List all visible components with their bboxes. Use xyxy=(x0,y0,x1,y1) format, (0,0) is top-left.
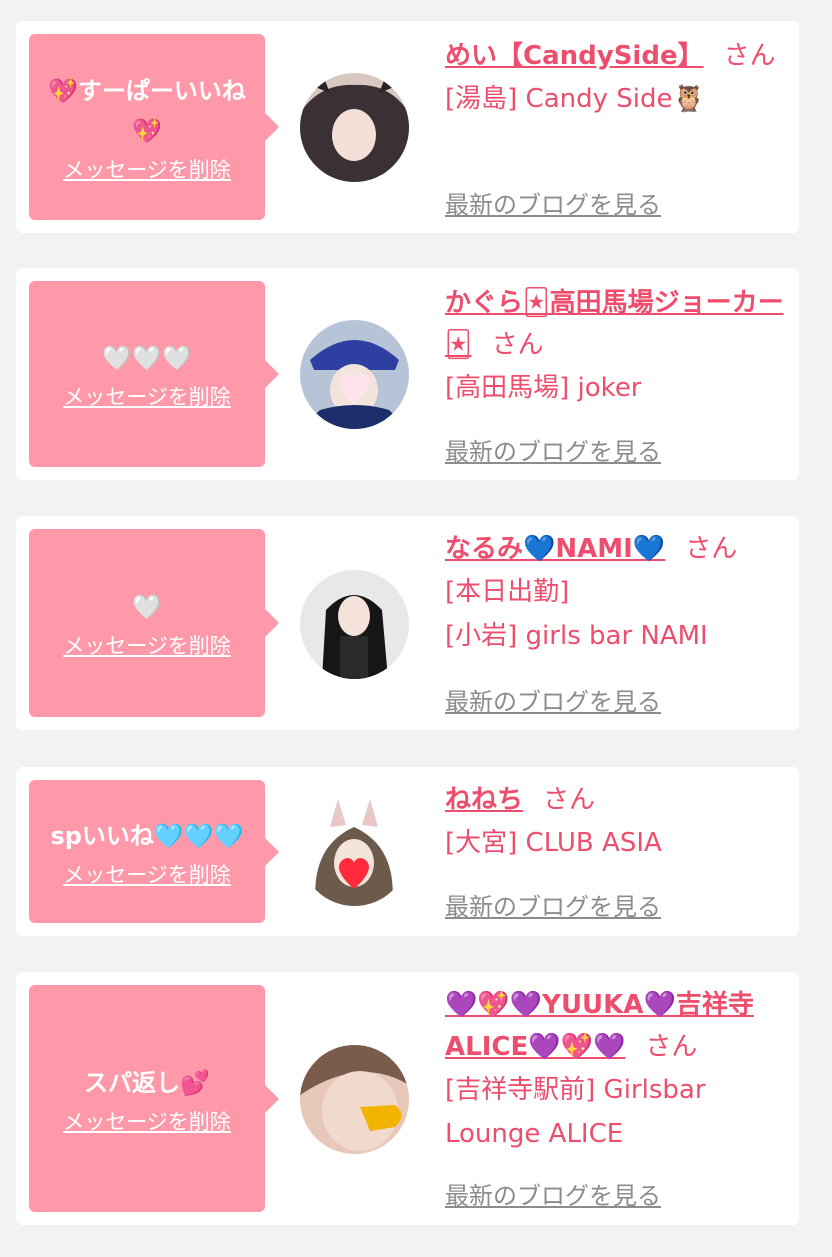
delete-message-link[interactable]: メッセージを削除 xyxy=(63,862,231,888)
latest-blog-link[interactable]: 最新のブログを見る xyxy=(445,682,661,717)
honorific: さん xyxy=(543,785,596,815)
message-text: 🤍🤍🤍 xyxy=(102,344,192,372)
avatar[interactable] xyxy=(300,73,409,182)
shop-info: [大宮] CLUB ASIA xyxy=(445,828,662,858)
cast-info: ねねち さん [大宮] CLUB ASIA xyxy=(445,779,787,865)
avatar[interactable] xyxy=(300,570,409,679)
shop-info: [小岩] girls bar NAMI xyxy=(445,621,708,651)
shop-info: [高田馬場] joker xyxy=(445,373,642,403)
cast-name-link[interactable]: 💜💖💜YUUKA💜吉祥寺ALICE💜💖💜 xyxy=(445,990,754,1062)
cast-info: なるみ💙NAMI💙 さん [本日出勤] [小岩] girls bar NAMI xyxy=(445,528,787,658)
message-bubble: 🤍🤍🤍 メッセージを削除 xyxy=(29,281,279,467)
list-item: スパ返し💕 メッセージを削除 💜💖💜YUUKA💜吉祥寺ALICE💜💖💜 さん [吉… xyxy=(16,972,799,1225)
list-item: 🤍 メッセージを削除 なるみ💙NAMI💙 さん [本日出勤] [小岩] girls… xyxy=(16,516,799,730)
work-status: [本日出勤] xyxy=(445,577,570,607)
shop-info: [吉祥寺駅前] Girlsbar Lounge ALICE xyxy=(445,1075,706,1149)
delete-message-link[interactable]: メッセージを削除 xyxy=(63,384,231,410)
cast-name-link[interactable]: めい【CandySide】 xyxy=(445,41,704,71)
list-item: spいいね🩵🩵🩵 メッセージを削除 ねねち さん [大宮] CLUB ASIA 最… xyxy=(16,767,799,936)
latest-blog-link[interactable]: 最新のブログを見る xyxy=(445,185,661,220)
avatar[interactable] xyxy=(300,320,409,429)
avatar[interactable] xyxy=(300,797,409,906)
message-text: spいいね🩵🩵🩵 xyxy=(50,821,244,850)
message-text: 💖すーぱーいいね💖 xyxy=(48,77,246,145)
delete-message-link[interactable]: メッセージを削除 xyxy=(63,633,231,659)
latest-blog-link[interactable]: 最新のブログを見る xyxy=(445,1176,661,1211)
message-text: 🤍 xyxy=(132,593,162,621)
message-bubble: 🤍 メッセージを削除 xyxy=(29,529,279,717)
message-bubble: スパ返し💕 メッセージを削除 xyxy=(29,985,279,1212)
cast-info: かぐら🃏高田馬場ジョーカー🃏 さん [高田馬場] joker xyxy=(445,282,787,410)
delete-message-link[interactable]: メッセージを削除 xyxy=(63,157,231,183)
like-message-list: 💖すーぱーいいね💖 メッセージを削除 めい【CandySide】 さん [湯島] … xyxy=(0,0,832,1257)
honorific: さん xyxy=(723,41,776,71)
latest-blog-link[interactable]: 最新のブログを見る xyxy=(445,887,661,922)
cast-name-link[interactable]: ねねち xyxy=(445,785,523,815)
delete-message-link[interactable]: メッセージを削除 xyxy=(63,1109,231,1135)
honorific: さん xyxy=(491,330,544,360)
cast-info: 💜💖💜YUUKA💜吉祥寺ALICE💜💖💜 さん [吉祥寺駅前] Girlsbar … xyxy=(445,984,787,1156)
list-item: 💖すーぱーいいね💖 メッセージを削除 めい【CandySide】 さん [湯島] … xyxy=(16,21,799,233)
message-bubble: spいいね🩵🩵🩵 メッセージを削除 xyxy=(29,780,279,923)
message-text: スパ返し💕 xyxy=(84,1068,210,1097)
cast-info: めい【CandySide】 さん [湯島] Candy Side🦉 xyxy=(445,35,787,121)
list-item: 🤍🤍🤍 メッセージを削除 かぐら🃏高田馬場ジョーカー🃏 さん [高田馬場] jok… xyxy=(16,268,799,480)
message-bubble: 💖すーぱーいいね💖 メッセージを削除 xyxy=(29,34,279,220)
shop-info: [湯島] Candy Side🦉 xyxy=(445,84,705,114)
cast-name-link[interactable]: なるみ💙NAMI💙 xyxy=(445,534,665,564)
avatar[interactable] xyxy=(300,1045,409,1154)
honorific: さん xyxy=(645,1032,698,1062)
honorific: さん xyxy=(685,534,738,564)
latest-blog-link[interactable]: 最新のブログを見る xyxy=(445,432,661,467)
